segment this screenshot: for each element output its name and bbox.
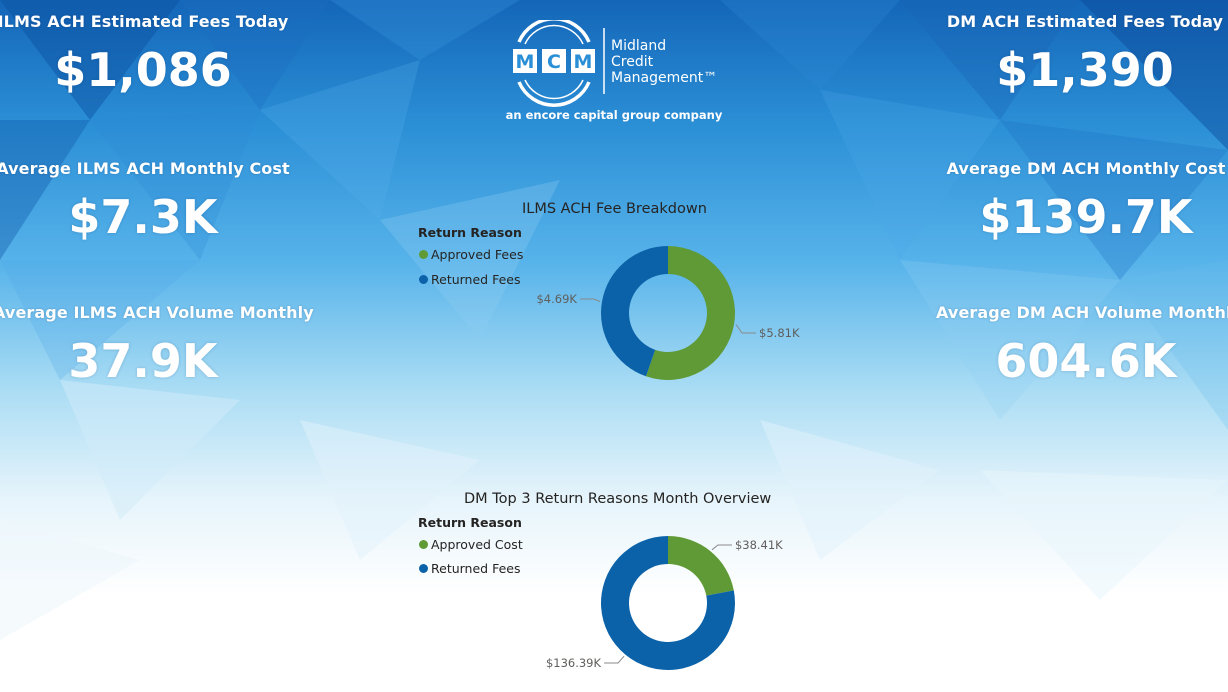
kpi-label: Average ILMS ACH Volume Monthly	[0, 303, 314, 322]
kpi-value: $1,086	[54, 43, 232, 97]
kpi-label: Average DM ACH Volume Monthly	[936, 303, 1228, 322]
kpi-value: 604.6K	[995, 334, 1177, 388]
data-label-leader	[579, 298, 601, 302]
kpi-ilms-fees-today: ILMS ACH Estimated Fees Today $1,086	[0, 12, 293, 97]
data-label: $4.69K	[536, 292, 577, 306]
kpi-label: DM ACH Estimated Fees Today	[946, 12, 1224, 31]
dm-return-reasons-chart: DM Top 3 Return Reasons Month Overview R…	[410, 485, 820, 685]
kpi-value: $7.3K	[68, 190, 218, 244]
donut-chart: $5.81K $4.69K	[536, 246, 800, 380]
data-label: $136.39K	[546, 656, 602, 670]
logo-monogram-c: C	[547, 51, 561, 73]
kpi-label: ILMS ACH Estimated Fees Today	[0, 12, 289, 31]
kpi-label: Average ILMS ACH Monthly Cost	[0, 159, 290, 178]
kpi-value: $139.7K	[979, 190, 1193, 244]
logo-emblem: M C M	[513, 20, 595, 107]
data-label-leader	[735, 324, 757, 334]
kpi-ilms-volume-monthly: Average ILMS ACH Volume Monthly 37.9K	[0, 303, 314, 388]
donut-chart: $38.41K $136.39K	[546, 536, 783, 670]
kpi-ilms-monthly-cost: Average ILMS ACH Monthly Cost $7.3K	[0, 159, 293, 244]
data-label: $38.41K	[735, 538, 783, 552]
logo-name-line-3: Management™	[611, 70, 717, 86]
data-label: $5.81K	[759, 326, 800, 340]
logo-monogram-m2: M	[574, 51, 593, 73]
data-label-leader	[604, 655, 625, 664]
kpi-value: 37.9K	[68, 334, 218, 388]
data-label-leader	[711, 544, 732, 551]
kpi-dm-fees-today: DM ACH Estimated Fees Today $1,390	[935, 12, 1228, 97]
kpi-dm-volume-monthly: Average DM ACH Volume Monthly 604.6K	[936, 303, 1228, 388]
logo-name-line-1: Midland	[611, 38, 666, 54]
logo-name-line-2: Credit	[611, 54, 654, 70]
company-logo: M C M Midland Credit Management™ an enco…	[506, 20, 723, 122]
kpi-label: Average DM ACH Monthly Cost	[946, 159, 1226, 178]
kpi-dm-monthly-cost: Average DM ACH Monthly Cost $139.7K	[936, 159, 1228, 244]
ilms-fee-breakdown-chart: ILMS ACH Fee Breakdown Return Reason App…	[410, 195, 820, 395]
logo-tagline: an encore capital group company	[506, 108, 723, 122]
kpi-value: $1,390	[996, 43, 1174, 97]
logo-monogram-m1: M	[516, 51, 535, 73]
